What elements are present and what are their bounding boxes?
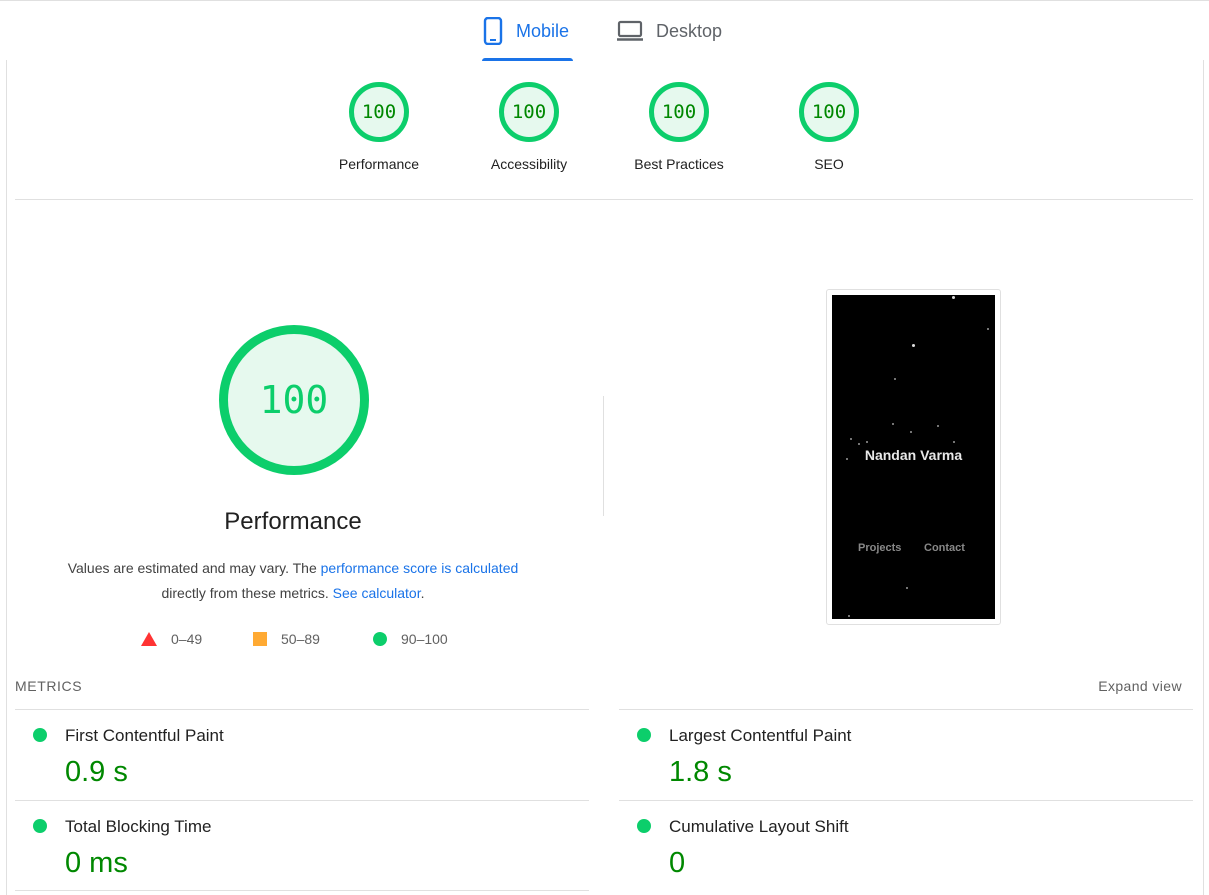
legend-average: 50–89 xyxy=(253,628,320,650)
metric-value: 0 ms xyxy=(65,847,128,879)
gauge-label: Performance xyxy=(338,156,420,172)
laptop-icon xyxy=(616,20,644,42)
star xyxy=(937,425,939,427)
note-suffix: . xyxy=(420,585,425,601)
vertical-divider xyxy=(603,396,604,516)
metric-value: 0.9 s xyxy=(65,756,128,788)
gauge-label: SEO xyxy=(814,156,844,172)
star xyxy=(892,423,894,425)
average-square-icon xyxy=(253,632,267,646)
star xyxy=(912,344,915,347)
gauge-accessibility[interactable]: 100 Accessibility xyxy=(469,82,589,172)
star xyxy=(952,296,955,299)
metric-name: First Contentful Paint xyxy=(65,726,224,745)
star xyxy=(953,441,955,443)
tab-desktop-label: Desktop xyxy=(656,20,723,41)
metric-name: Total Blocking Time xyxy=(65,817,212,836)
tab-desktop[interactable]: Desktop xyxy=(616,1,722,61)
note-text: Values are estimated and may vary. The xyxy=(67,560,321,576)
screenshot-contact-link: Contact xyxy=(924,542,965,554)
smartphone-icon xyxy=(482,17,504,45)
screenshot-image: Nandan Varma Projects Contact xyxy=(832,295,995,619)
metric-value: 1.8 s xyxy=(669,756,732,788)
pass-circle-icon xyxy=(33,728,47,742)
tab-mobile[interactable]: Mobile xyxy=(482,1,573,61)
metric-total-blocking-time: Total Blocking Time 0 ms xyxy=(15,800,589,891)
note-text-2: directly from these metrics. xyxy=(161,585,329,601)
pass-circle-icon xyxy=(373,632,387,646)
section-divider xyxy=(15,199,1193,200)
legend-pass-label: 90–100 xyxy=(401,631,448,647)
star xyxy=(987,328,989,330)
star xyxy=(848,615,850,617)
legend-average-label: 50–89 xyxy=(281,631,320,647)
metric-name: Largest Contentful Paint xyxy=(669,726,852,745)
star xyxy=(906,587,908,589)
gauge-seo[interactable]: 100 SEO xyxy=(769,82,889,172)
performance-note: Values are estimated and may vary. The p… xyxy=(43,556,543,606)
metric-first-contentful-paint: First Contentful Paint 0.9 s xyxy=(15,709,589,800)
pass-circle-icon xyxy=(33,819,47,833)
gauge-label: Accessibility xyxy=(490,156,568,172)
legend-fail-label: 0–49 xyxy=(171,631,203,647)
legend-pass: 90–100 xyxy=(373,628,448,650)
screenshot-projects-link: Projects xyxy=(858,542,902,554)
score-calculated-link[interactable]: performance score is calculated xyxy=(321,560,519,576)
pass-circle-icon xyxy=(637,819,651,833)
pass-circle-icon xyxy=(637,728,651,742)
fail-triangle-icon xyxy=(141,632,157,646)
metrics-divider xyxy=(15,890,589,891)
metric-cumulative-layout-shift: Cumulative Layout Shift 0 xyxy=(619,800,1193,891)
gauge-score: 100 xyxy=(349,82,409,142)
tab-mobile-label: Mobile xyxy=(516,20,570,41)
gauge-label: Best Practices xyxy=(634,156,724,172)
gauge-score: 100 xyxy=(799,82,859,142)
gauge-score: 100 xyxy=(649,82,709,142)
star xyxy=(858,443,860,445)
device-tab-bar: Mobile Desktop xyxy=(0,0,1209,61)
star xyxy=(850,438,852,440)
gauge-performance[interactable]: 100 Performance xyxy=(319,82,439,172)
performance-title: Performance xyxy=(224,508,362,535)
legend-fail: 0–49 xyxy=(141,628,202,650)
see-calculator-link[interactable]: See calculator xyxy=(333,585,421,601)
star xyxy=(866,441,868,443)
final-screenshot[interactable]: Nandan Varma Projects Contact xyxy=(826,289,1001,625)
star xyxy=(910,431,912,433)
expand-view-button[interactable]: Expand view xyxy=(1098,678,1182,694)
screenshot-site-name: Nandan Varma xyxy=(864,447,963,463)
metric-value: 0 xyxy=(669,847,686,879)
star xyxy=(894,378,896,380)
metrics-heading: METRICS xyxy=(15,678,83,694)
metric-name: Cumulative Layout Shift xyxy=(669,817,849,836)
gauge-best-practices[interactable]: 100 Best Practices xyxy=(619,82,739,172)
gauge-score: 100 xyxy=(499,82,559,142)
performance-score-gauge: 100 xyxy=(219,325,369,475)
metric-largest-contentful-paint: Largest Contentful Paint 1.8 s xyxy=(619,709,1193,800)
